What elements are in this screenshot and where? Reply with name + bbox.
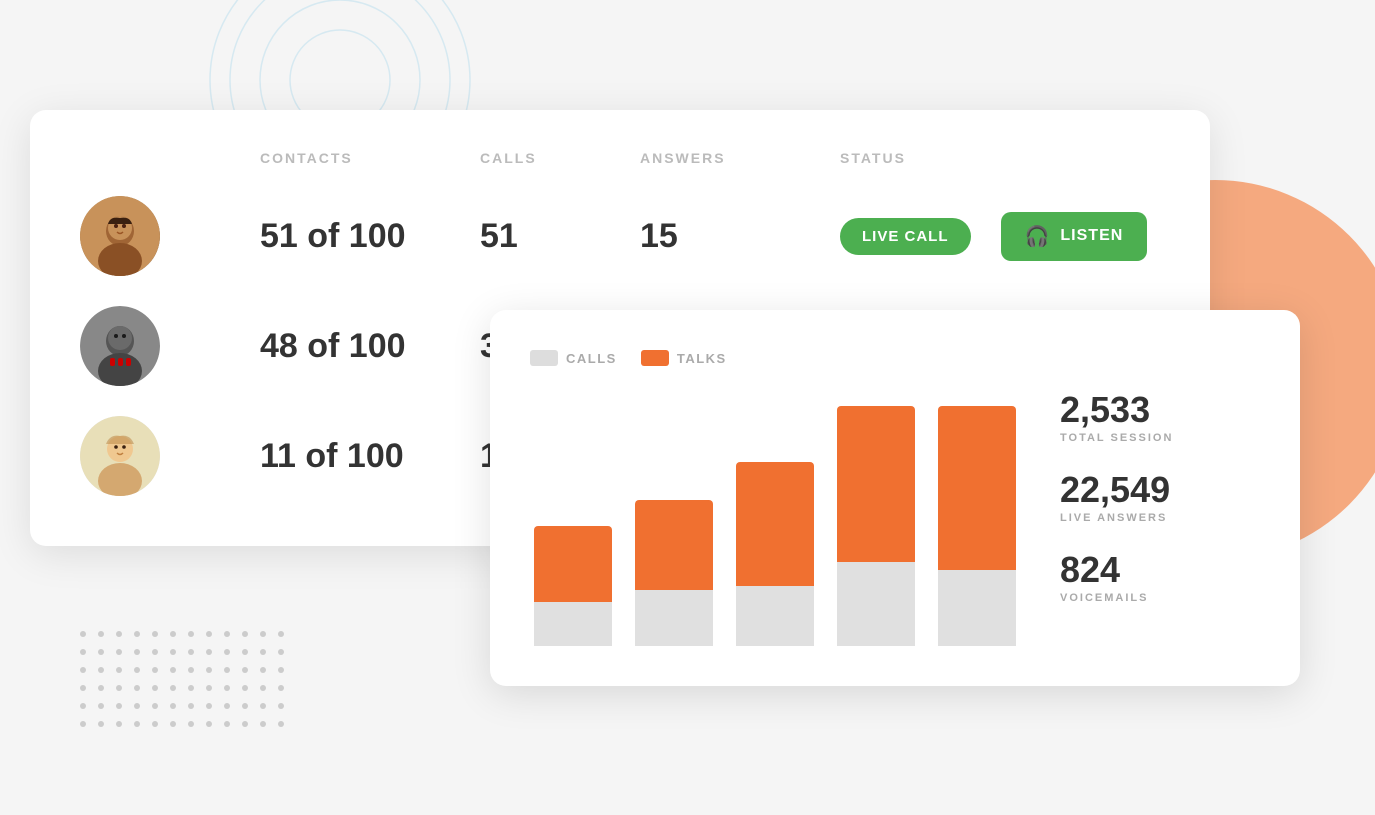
bar-orange bbox=[938, 406, 1016, 570]
bar-gray bbox=[837, 562, 915, 646]
bg-dots-decoration bbox=[80, 631, 292, 735]
stat-live-answers: 22,549 LIVE ANSWERS bbox=[1060, 472, 1260, 524]
legend-calls: CALLS bbox=[530, 350, 617, 366]
bar-gray bbox=[938, 570, 1016, 646]
bar-group bbox=[732, 386, 819, 646]
stats-panel: 2,533 TOTAL SESSION 22,549 LIVE ANSWERS … bbox=[1060, 350, 1260, 646]
chart-legend: CALLS TALKS bbox=[530, 350, 1020, 366]
row1-contacts: 51 of 100 bbox=[260, 217, 480, 256]
bar-gray bbox=[635, 590, 713, 646]
avatar-image-1 bbox=[80, 196, 160, 276]
legend-talks: TALKS bbox=[641, 350, 727, 366]
bar-gray bbox=[736, 586, 814, 646]
bar-group bbox=[832, 386, 919, 646]
bar-gray bbox=[534, 602, 612, 646]
headphone-icon: 🎧 bbox=[1025, 224, 1051, 249]
chart-card: CALLS TALKS 2,533 TOTAL SESSION 22,549 L… bbox=[490, 310, 1300, 686]
row2-contacts: 48 of 100 bbox=[260, 327, 480, 366]
bar-orange bbox=[534, 526, 612, 602]
legend-dot-talks bbox=[641, 350, 669, 366]
legend-talks-label: TALKS bbox=[677, 351, 727, 366]
avatar bbox=[80, 196, 160, 276]
bar-group bbox=[933, 386, 1020, 646]
listen-label: LISTEN bbox=[1060, 227, 1123, 245]
bar-orange bbox=[736, 462, 814, 586]
legend-dot-calls bbox=[530, 350, 558, 366]
listen-button[interactable]: 🎧 LISTEN bbox=[1001, 212, 1148, 261]
row1-answers: 15 bbox=[640, 217, 840, 256]
col-header-calls: CALLS bbox=[480, 150, 640, 166]
row1-calls: 51 bbox=[480, 217, 640, 256]
avatar-image-2 bbox=[80, 306, 160, 386]
avatar bbox=[80, 416, 160, 496]
row3-contacts: 11 of 100 bbox=[260, 437, 480, 476]
live-call-badge: LIVE CALL bbox=[840, 218, 971, 255]
voicemails-value: 824 bbox=[1060, 552, 1260, 588]
live-answers-value: 22,549 bbox=[1060, 472, 1260, 508]
bar-group bbox=[631, 386, 718, 646]
avatar-image-3 bbox=[80, 416, 160, 496]
col-header-answers: ANSWERS bbox=[640, 150, 840, 166]
bar-orange bbox=[837, 406, 915, 562]
bar-group bbox=[530, 386, 617, 646]
voicemails-label: VOICEMAILS bbox=[1060, 592, 1260, 604]
live-answers-label: LIVE ANSWERS bbox=[1060, 512, 1260, 524]
stat-voicemails: 824 VOICEMAILS bbox=[1060, 552, 1260, 604]
bar-orange bbox=[635, 500, 713, 590]
col-header-contacts: CONTACTS bbox=[260, 150, 480, 166]
total-session-value: 2,533 bbox=[1060, 392, 1260, 428]
total-session-label: TOTAL SESSION bbox=[1060, 432, 1260, 444]
legend-calls-label: CALLS bbox=[566, 351, 617, 366]
stat-total-session: 2,533 TOTAL SESSION bbox=[1060, 392, 1260, 444]
chart-area: CALLS TALKS bbox=[530, 350, 1020, 646]
table-header: CONTACTS CALLS ANSWERS STATUS bbox=[80, 150, 1160, 166]
row1-status-area: LIVE CALL 🎧 LISTEN bbox=[840, 212, 1160, 261]
bar-chart bbox=[530, 386, 1020, 646]
avatar bbox=[80, 306, 160, 386]
col-header-status: STATUS bbox=[840, 150, 1160, 166]
table-row: 51 of 100 51 15 LIVE CALL 🎧 LISTEN bbox=[80, 196, 1160, 276]
